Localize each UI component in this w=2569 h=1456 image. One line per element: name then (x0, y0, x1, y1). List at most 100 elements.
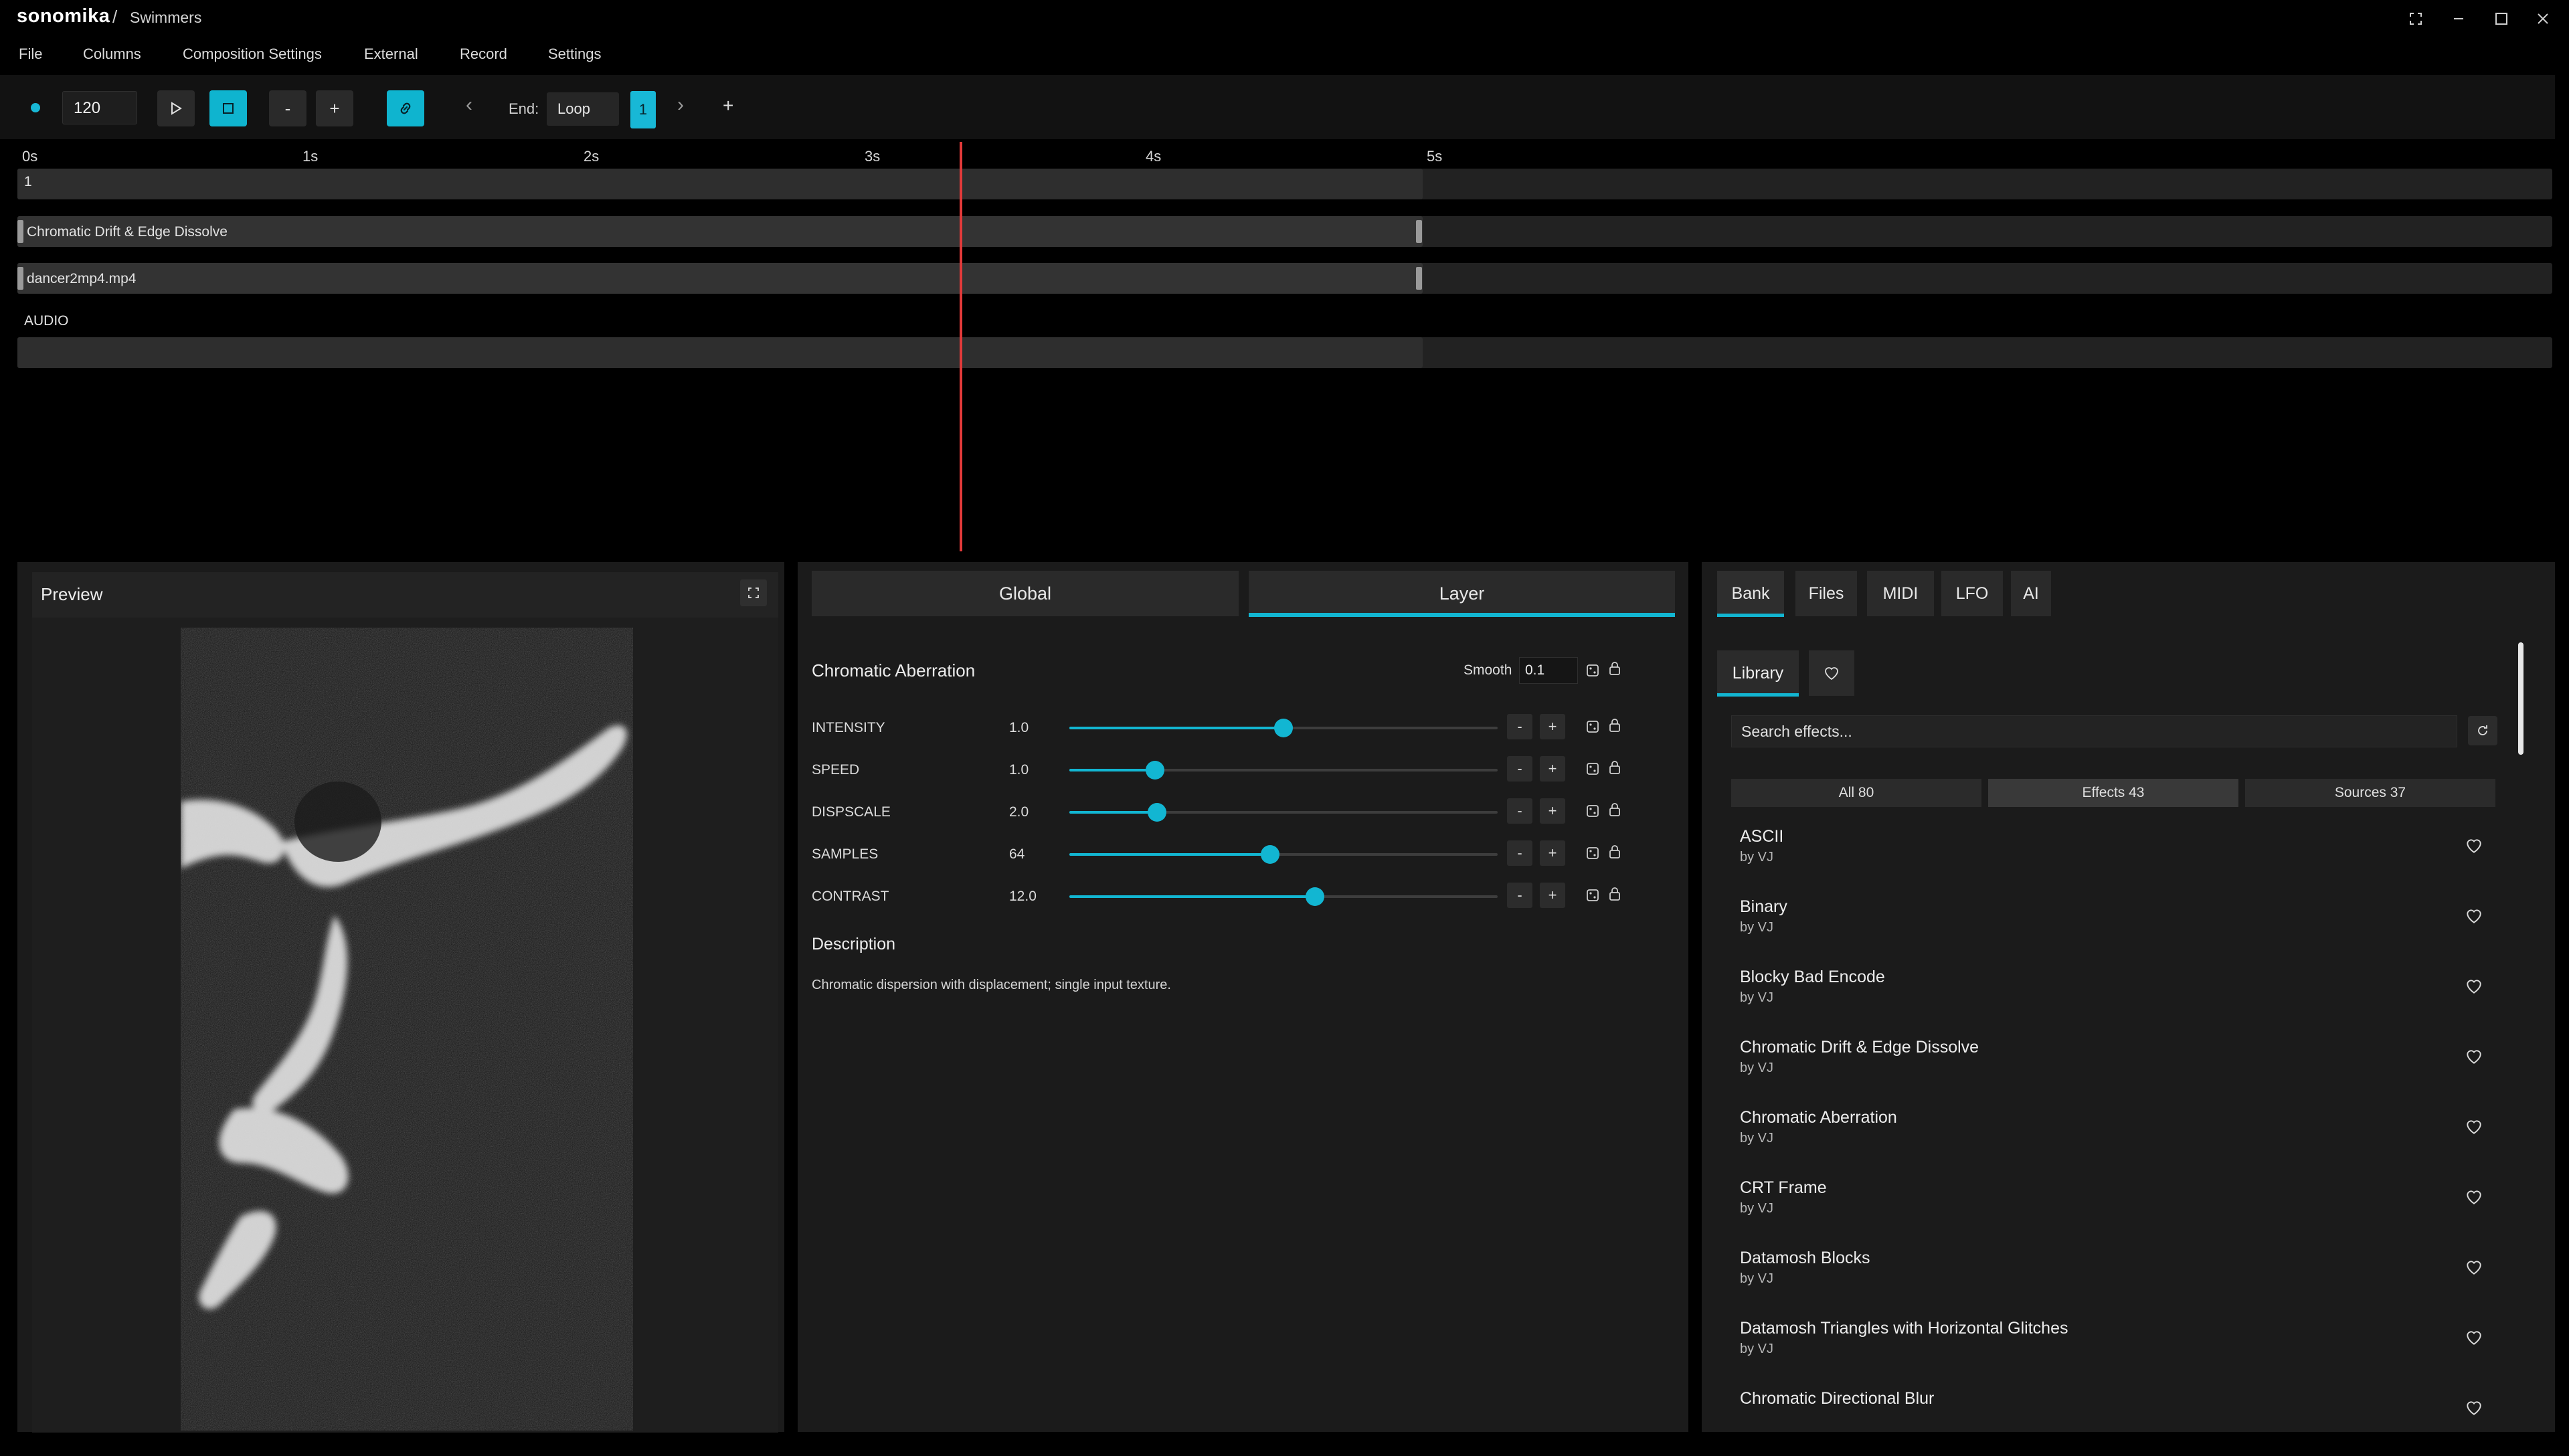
heart-icon[interactable] (2465, 1188, 2483, 1207)
lock-icon[interactable] (1606, 660, 1623, 677)
favorites-tab[interactable] (1809, 650, 1854, 696)
menu-settings[interactable]: Settings (548, 46, 602, 63)
param-decrease-button[interactable]: - (1507, 714, 1532, 739)
add-scene-button[interactable]: + (723, 95, 733, 116)
filter-effects[interactable]: Effects 43 (1988, 779, 2238, 807)
library-item[interactable]: ASCII by VJ (1740, 827, 2489, 894)
search-input[interactable]: Search effects... (1731, 715, 2457, 747)
fullscreen-icon[interactable] (2404, 7, 2428, 31)
smooth-input[interactable]: 0.1 (1519, 657, 1578, 684)
clip-end-handle[interactable] (1416, 267, 1422, 290)
library-item[interactable]: CRT Frame by VJ (1740, 1178, 2489, 1245)
filter-all[interactable]: All 80 (1731, 779, 1981, 807)
maximize-icon[interactable] (2489, 7, 2513, 31)
tab-midi[interactable]: MIDI (1867, 571, 1934, 616)
stop-button[interactable] (209, 90, 247, 126)
library-item[interactable]: Chromatic Aberration by VJ (1740, 1108, 2489, 1175)
heart-icon[interactable] (2465, 1118, 2483, 1137)
tab-files[interactable]: Files (1795, 571, 1857, 616)
randomize-icon[interactable] (1584, 887, 1601, 904)
timeline-clip[interactable] (17, 169, 1423, 199)
param-increase-button[interactable]: + (1540, 883, 1565, 908)
library-item[interactable]: Chromatic Directional Blur (1740, 1389, 2489, 1456)
clip-end-handle[interactable] (1416, 220, 1422, 243)
param-decrease-button[interactable]: - (1507, 756, 1532, 782)
lock-icon[interactable] (1606, 759, 1623, 776)
tab-bank[interactable]: Bank (1717, 571, 1784, 616)
play-button[interactable] (157, 90, 195, 126)
heart-icon[interactable] (2465, 1259, 2483, 1277)
param-increase-button[interactable]: + (1540, 756, 1565, 782)
library-item[interactable]: Blocky Bad Encode by VJ (1740, 968, 2489, 1034)
lock-icon[interactable] (1606, 717, 1623, 734)
tab-lfo[interactable]: LFO (1941, 571, 2003, 616)
menu-file[interactable]: File (19, 46, 42, 63)
slider-knob[interactable] (1146, 761, 1164, 780)
lock-icon[interactable] (1606, 801, 1623, 818)
chevron-left-icon[interactable]: ‹ (466, 94, 472, 116)
timeline-clip[interactable] (17, 216, 1423, 247)
param-slider[interactable] (1069, 719, 1498, 737)
library-item[interactable]: Datamosh Triangles with Horizontal Glitc… (1740, 1319, 2489, 1386)
slider-knob[interactable] (1274, 719, 1293, 737)
filter-sources[interactable]: Sources 37 (2245, 779, 2495, 807)
title-separator: / (112, 7, 118, 27)
playhead[interactable] (960, 142, 962, 551)
param-decrease-button[interactable]: - (1507, 840, 1532, 866)
tab-ai[interactable]: AI (2011, 571, 2051, 616)
param-slider[interactable] (1069, 761, 1498, 780)
menu-composition-settings[interactable]: Composition Settings (183, 46, 322, 63)
tab-layer[interactable]: Layer (1249, 571, 1675, 616)
bpm-decrease-button[interactable]: - (269, 90, 306, 126)
preview-fullscreen-button[interactable] (740, 579, 767, 606)
randomize-icon[interactable] (1584, 802, 1601, 820)
heart-icon[interactable] (2465, 1399, 2483, 1418)
param-name: CONTRAST (812, 889, 889, 904)
chevron-right-icon[interactable]: › (677, 94, 684, 116)
minimize-icon[interactable] (2447, 7, 2471, 31)
smooth-label: Smooth (1464, 662, 1512, 678)
heart-icon[interactable] (2465, 837, 2483, 856)
randomize-icon[interactable] (1584, 662, 1601, 679)
audio-clip[interactable] (17, 337, 1423, 368)
param-increase-button[interactable]: + (1540, 840, 1565, 866)
param-increase-button[interactable]: + (1540, 798, 1565, 824)
slider-knob[interactable] (1260, 845, 1279, 864)
randomize-icon[interactable] (1584, 844, 1601, 862)
clip-start-handle[interactable] (17, 220, 23, 243)
param-decrease-button[interactable]: - (1507, 798, 1532, 824)
lock-icon[interactable] (1606, 885, 1623, 903)
tab-library[interactable]: Library (1717, 650, 1799, 696)
randomize-icon[interactable] (1584, 718, 1601, 735)
param-decrease-button[interactable]: - (1507, 883, 1532, 908)
end-count-badge[interactable]: 1 (630, 91, 656, 128)
bpm-increase-button[interactable]: + (316, 90, 353, 126)
clip-start-handle[interactable] (17, 267, 23, 290)
heart-icon[interactable] (2465, 1329, 2483, 1348)
randomize-icon[interactable] (1584, 760, 1601, 778)
refresh-button[interactable] (2468, 716, 2497, 745)
param-slider[interactable] (1069, 887, 1498, 906)
slider-knob[interactable] (1148, 803, 1167, 822)
close-icon[interactable] (2531, 7, 2555, 31)
link-button[interactable] (387, 90, 424, 126)
library-item[interactable]: Datamosh Blocks by VJ (1740, 1249, 2489, 1315)
lock-icon[interactable] (1606, 843, 1623, 860)
end-mode-select[interactable]: Loop (547, 92, 619, 126)
heart-icon[interactable] (2465, 907, 2483, 926)
menu-record[interactable]: Record (460, 46, 507, 63)
heart-icon[interactable] (2465, 978, 2483, 996)
library-scrollbar[interactable] (2518, 642, 2523, 755)
param-slider[interactable] (1069, 845, 1498, 864)
menu-external[interactable]: External (364, 46, 418, 63)
menu-columns[interactable]: Columns (83, 46, 141, 63)
bpm-input[interactable]: 120 (62, 91, 137, 124)
param-name: INTENSITY (812, 720, 885, 735)
param-slider[interactable] (1069, 803, 1498, 822)
timeline-clip[interactable] (17, 263, 1423, 294)
library-item[interactable]: Binary by VJ (1740, 897, 2489, 964)
param-increase-button[interactable]: + (1540, 714, 1565, 739)
library-item[interactable]: Chromatic Drift & Edge Dissolve by VJ (1740, 1038, 2489, 1105)
tab-global[interactable]: Global (812, 571, 1239, 616)
heart-icon[interactable] (2465, 1048, 2483, 1067)
